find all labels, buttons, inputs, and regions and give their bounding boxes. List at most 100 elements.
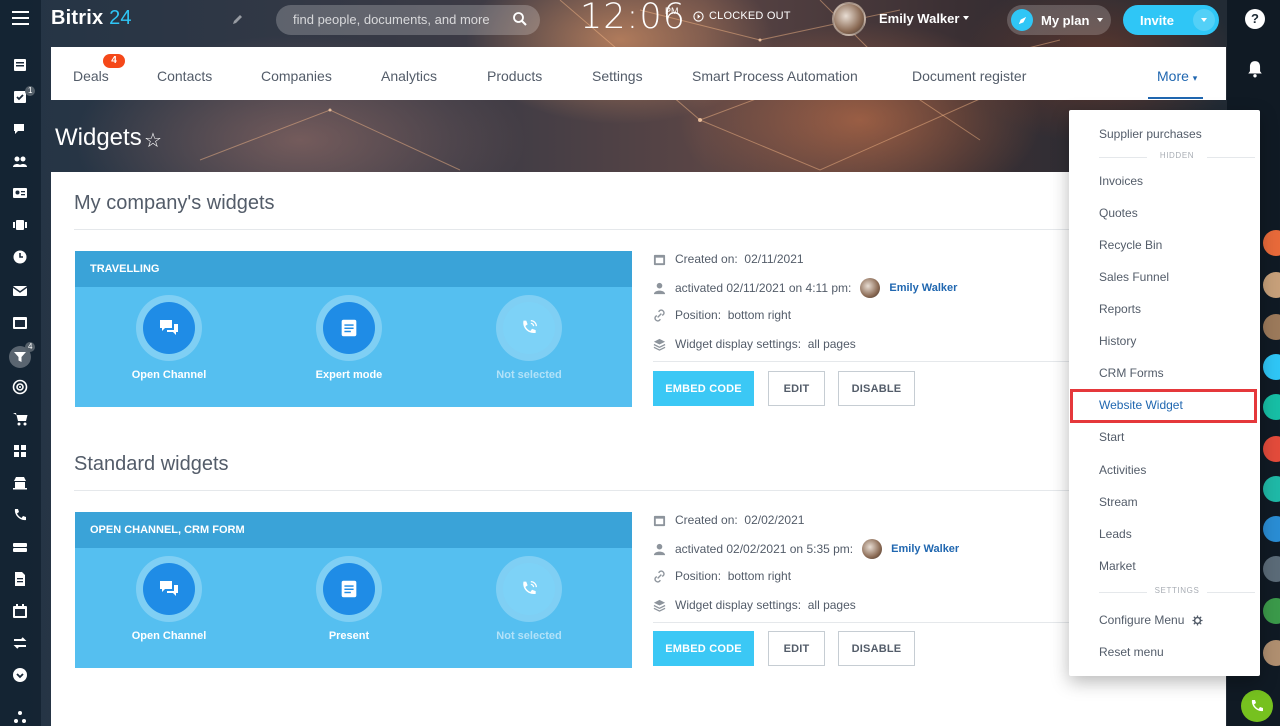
created-info: Created on: 02/11/2021 — [653, 252, 804, 266]
popup-item-crm-forms[interactable]: CRM Forms — [1099, 366, 1164, 380]
cart-icon[interactable] — [11, 410, 29, 428]
popup-item-history[interactable]: History — [1099, 334, 1136, 348]
activated-user-link[interactable]: Emily Walker — [891, 543, 959, 555]
search-icon[interactable] — [512, 11, 528, 27]
popup-item-invoices[interactable]: Invoices — [1099, 174, 1143, 188]
popup-item-reset-menu[interactable]: Reset menu — [1099, 645, 1164, 659]
menu-more-button[interactable]: More ▾ — [1157, 68, 1197, 84]
menu-item-smart-process-automation[interactable]: Smart Process Automation — [692, 68, 858, 84]
call-button[interactable] — [1241, 690, 1273, 722]
calendar-icon[interactable] — [11, 602, 29, 620]
contacts-icon[interactable] — [11, 184, 29, 202]
widget-card[interactable]: TRAVELLING Open Channel Expert mode Not … — [75, 251, 632, 407]
target-icon[interactable] — [11, 378, 29, 396]
layers-icon — [653, 338, 666, 351]
chat-icon[interactable] — [11, 120, 29, 138]
menu-item-products[interactable]: Products — [487, 68, 542, 84]
disable-button[interactable]: DISABLE — [838, 371, 915, 406]
popup-item-reports[interactable]: Reports — [1099, 302, 1141, 316]
menu-item-deals[interactable]: Deals — [73, 68, 109, 84]
sync-icon[interactable] — [11, 634, 29, 652]
document-icon[interactable] — [11, 570, 29, 588]
help-icon[interactable]: ? — [1245, 9, 1265, 29]
clock-ampm: PM — [665, 6, 679, 16]
display-value: all pages — [807, 337, 856, 351]
display-label: Widget display settings: — [675, 337, 802, 351]
edit-button[interactable]: EDIT — [768, 371, 825, 406]
position-info: Position: bottom right — [653, 308, 791, 322]
channel-expert-mode[interactable]: Expert mode — [289, 295, 409, 381]
invite-label: Invite — [1140, 12, 1174, 28]
my-plan-button[interactable]: My plan — [1007, 5, 1111, 35]
edit-button[interactable]: EDIT — [768, 631, 825, 666]
popup-item-sales-funnel[interactable]: Sales Funnel — [1099, 270, 1169, 284]
user-icon — [653, 282, 666, 294]
invite-button[interactable]: Invite — [1123, 5, 1219, 35]
widget-card[interactable]: OPEN CHANNEL, CRM FORM Open Channel Pres… — [75, 512, 632, 668]
divider — [74, 229, 1226, 230]
avatar — [862, 539, 883, 559]
channel-present[interactable]: Present — [289, 556, 409, 642]
store-icon[interactable] — [11, 474, 29, 492]
bitrix-logo[interactable]: Bitrix 24 — [51, 7, 132, 30]
menu-item-settings[interactable]: Settings — [592, 68, 643, 84]
search-input[interactable]: find people, documents, and more — [276, 5, 540, 35]
pencil-icon[interactable] — [232, 13, 244, 25]
menu-item-contacts[interactable]: Contacts — [157, 68, 212, 84]
expand-down-icon[interactable] — [11, 666, 29, 684]
chat-icon — [160, 581, 178, 596]
user-avatar[interactable] — [832, 2, 866, 36]
star-icon[interactable]: ☆ — [144, 128, 162, 153]
avatar — [860, 278, 881, 298]
popup-item-leads[interactable]: Leads — [1099, 527, 1132, 541]
popup-item-quotes[interactable]: Quotes — [1099, 206, 1138, 220]
play-circle-icon — [693, 10, 704, 22]
chevron-down-icon[interactable] — [963, 16, 969, 20]
disable-button[interactable]: DISABLE — [838, 631, 915, 666]
popup-item-market[interactable]: Market — [1099, 559, 1136, 573]
video-icon[interactable] — [11, 216, 29, 234]
popup-item-start[interactable]: Start — [1099, 430, 1124, 444]
phone-icon — [523, 581, 537, 595]
channel-open-channel[interactable]: Open Channel — [109, 556, 229, 642]
divider — [74, 490, 1226, 491]
phone-icon[interactable] — [11, 506, 29, 524]
clock-icon[interactable] — [11, 248, 29, 266]
drive-icon[interactable] — [11, 538, 29, 556]
menu-item-document-register[interactable]: Document register — [912, 68, 1026, 84]
section-title: Standard widgets — [74, 453, 229, 475]
popup-item-stream[interactable]: Stream — [1099, 495, 1138, 509]
popup-item-recycle-bin[interactable]: Recycle Bin — [1099, 238, 1162, 252]
channel-not-selected[interactable]: Not selected — [469, 556, 589, 642]
menu-burger-icon[interactable] — [12, 11, 29, 26]
phone-icon — [523, 320, 537, 334]
calendar-window-icon[interactable] — [11, 314, 29, 332]
highlight-box — [1070, 389, 1257, 423]
section-title: My company's widgets — [74, 192, 275, 214]
clock-status[interactable]: CLOCKED OUT — [693, 10, 791, 22]
menu-item-companies[interactable]: Companies — [261, 68, 332, 84]
groups-icon[interactable] — [11, 152, 29, 170]
embed-code-button[interactable]: EMBED CODE — [653, 371, 754, 406]
mail-icon[interactable] — [11, 282, 29, 300]
channel-label: Open Channel — [131, 369, 207, 381]
sitemap-icon[interactable] — [11, 708, 29, 726]
feed-icon[interactable] — [11, 56, 29, 74]
channel-label: Not selected — [496, 369, 562, 381]
popup-item-supplier-purchases[interactable]: Supplier purchases — [1099, 127, 1202, 141]
invite-dropdown-icon[interactable] — [1193, 9, 1215, 31]
popup-item-activities[interactable]: Activities — [1099, 463, 1146, 477]
notifications-bell-icon[interactable] — [1246, 60, 1264, 78]
popup-item-configure-menu[interactable]: Configure Menu — [1099, 613, 1203, 627]
apps-icon[interactable] — [11, 442, 29, 460]
user-name[interactable]: Emily Walker — [879, 11, 959, 26]
position-value: bottom right — [727, 569, 792, 583]
channel-not-selected[interactable]: Not selected — [469, 295, 589, 381]
calendar-icon — [653, 254, 666, 265]
embed-code-button[interactable]: EMBED CODE — [653, 631, 754, 666]
menu-item-analytics[interactable]: Analytics — [381, 68, 437, 84]
created-label: Created on: — [675, 252, 738, 266]
position-value: bottom right — [727, 308, 792, 322]
activated-user-link[interactable]: Emily Walker — [889, 282, 957, 294]
channel-open-channel[interactable]: Open Channel — [109, 295, 229, 381]
